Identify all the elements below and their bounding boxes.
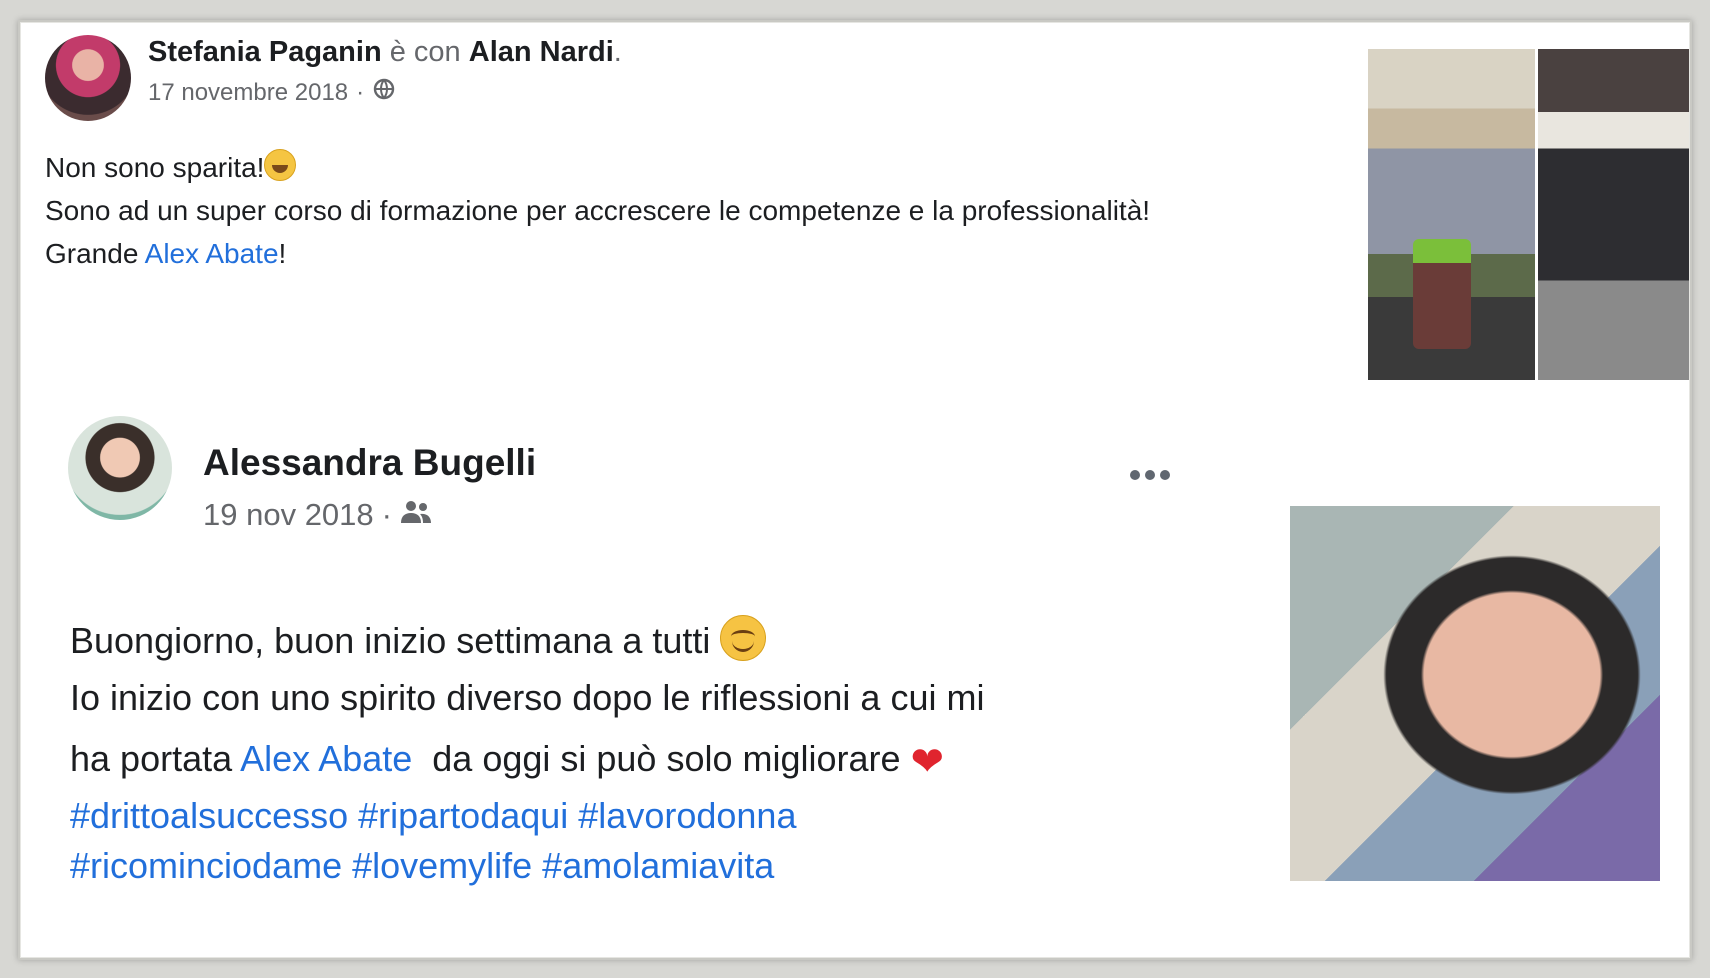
post1-text: Non sono sparita! Sono ad un super corso… [45, 146, 1365, 275]
screenshot-frame: Stefania Paganin è con Alan Nardi. 17 no… [18, 20, 1692, 960]
post2-author-link[interactable]: Alessandra Bugelli [203, 442, 536, 484]
post1-period: . [613, 36, 622, 68]
alessandra-avatar[interactable] [68, 416, 172, 520]
post2-line3-prefix: ha portata [70, 738, 241, 779]
post1-separator: · [356, 78, 365, 106]
post1-line3-suffix: ! [278, 238, 287, 269]
post1-tagged-link[interactable]: Alan Nardi [469, 36, 614, 68]
smile-emoji-icon [720, 615, 767, 661]
post1-line1-text: Non sono sparita! [45, 152, 265, 183]
post1-date[interactable]: 17 novembre 2018 [148, 79, 348, 107]
heart-emoji-icon: ❤ [910, 740, 945, 784]
post2-separator: · [381, 497, 392, 532]
post2-line2: Io inizio con uno spirito diverso dopo l… [70, 677, 985, 718]
post1-line3-prefix: Grande [45, 238, 145, 269]
post1-line1: Non sono sparita! [45, 146, 1365, 189]
post1-line2: Sono ad un super corso di formazione per… [45, 195, 1151, 226]
post2-hashtags-line1[interactable]: #drittoalsuccesso #ripartodaqui #lavorod… [70, 791, 1190, 841]
post2-selfie-photo[interactable] [1290, 506, 1660, 881]
post-options-more-icon[interactable] [1130, 470, 1170, 480]
post1-line3: Grande Alex Abate! [45, 232, 1365, 275]
post2-date[interactable]: 19 nov 2018 [203, 497, 374, 533]
post1-header: Stefania Paganin è con Alan Nardi. [148, 36, 622, 69]
post2-line1: Buongiorno, buon inizio settimana a tutt… [70, 612, 1190, 669]
post1-author-link[interactable]: Stefania Paganin [148, 36, 382, 68]
post1-meta: 17 novembre 2018 · [148, 78, 396, 107]
alex-abate-link[interactable]: Alex Abate [145, 238, 279, 269]
post1-photos[interactable] [1368, 49, 1689, 380]
post2-line3: ha portata Alex Abate da oggi si può sol… [70, 730, 1190, 791]
post2-hashtags-line2[interactable]: #ricominciodame #lovemylife #amolamiavit… [70, 841, 1190, 891]
post2-line3-suffix: da oggi si può solo migliorare [412, 738, 911, 779]
globe-icon [372, 78, 396, 107]
alex-abate-link-2[interactable]: Alex Abate [240, 738, 412, 779]
shaker-bottle [1413, 239, 1471, 349]
friends-icon [400, 497, 432, 533]
post1-photo-group[interactable] [1538, 49, 1689, 380]
post2-meta: 19 nov 2018 · [203, 497, 432, 533]
post1-with-text: è con [389, 36, 461, 68]
stefania-avatar[interactable] [45, 35, 131, 121]
post2-text: Buongiorno, buon inizio settimana a tutt… [70, 612, 1190, 891]
post2-line1-text: Buongiorno, buon inizio settimana a tutt… [70, 620, 721, 661]
grin-emoji-icon [264, 149, 297, 181]
post1-photo-man-with-shaker[interactable] [1368, 49, 1535, 380]
